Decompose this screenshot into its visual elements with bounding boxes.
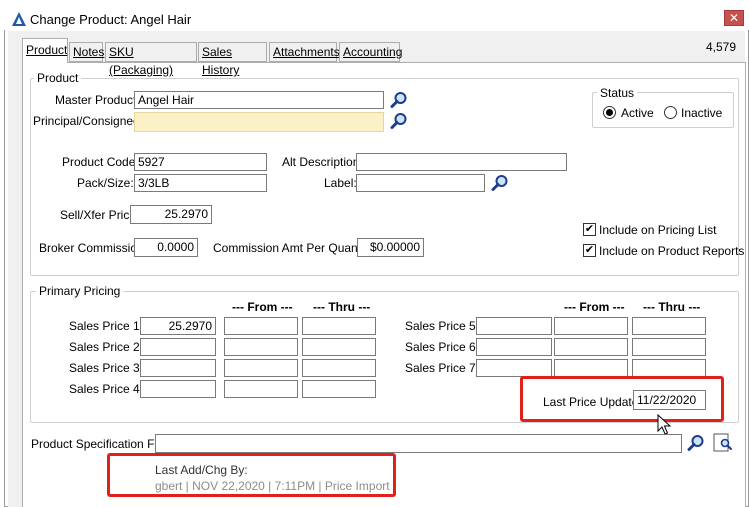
sales-price-4-thru-field[interactable] (302, 380, 376, 398)
include-reports-label: Include on Product Reports (599, 244, 745, 258)
sell-price-field[interactable]: 25.2970 (130, 205, 212, 224)
label-search-icon[interactable] (491, 174, 509, 192)
alt-description-label: Alt Description: (282, 155, 363, 169)
principal-field[interactable] (134, 112, 384, 132)
sales-price-1-from-field[interactable] (224, 317, 298, 335)
sales-price-7-from-field[interactable] (554, 359, 628, 377)
master-product-search-icon[interactable] (390, 91, 408, 109)
sales-price-7-thru-field[interactable] (632, 359, 706, 377)
broker-commission-field[interactable]: 0.0000 (134, 238, 198, 257)
record-id: 4,579 (706, 40, 737, 54)
status-active-label: Active (621, 106, 654, 120)
sales-price-3-field[interactable] (140, 359, 216, 377)
sales-price-6-thru-field[interactable] (632, 338, 706, 356)
tab-sku-packaging[interactable]: SKU (Packaging) (105, 42, 197, 77)
sales-price-7-field[interactable] (476, 359, 552, 377)
tab-sales-history[interactable]: Sales History (198, 42, 267, 77)
close-button[interactable]: ✕ (724, 10, 744, 26)
title-bar[interactable]: Change Product: Angel Hair (4, 4, 749, 30)
sales-price-5-from-field[interactable] (554, 317, 628, 335)
status-inactive-radio[interactable] (664, 106, 677, 119)
product-code-label: Product Code: (62, 155, 139, 169)
app-logo-icon (12, 12, 26, 26)
label-label: Label: (324, 176, 357, 190)
status-active-radio[interactable] (603, 106, 616, 119)
master-product-field[interactable]: Angel Hair (134, 91, 384, 109)
sales-price-1-label: Sales Price 1: (69, 319, 144, 333)
sales-price-3-thru-field[interactable] (302, 359, 376, 377)
sales-price-4-label: Sales Price 4: (69, 382, 144, 396)
sales-price-5-field[interactable] (476, 317, 552, 335)
sales-price-1-thru-field[interactable] (302, 317, 376, 335)
sales-price-4-from-field[interactable] (224, 380, 298, 398)
status-group-title: Status (597, 86, 638, 100)
left-thru-header: --- Thru --- (313, 300, 371, 314)
left-from-header: --- From --- (232, 300, 293, 314)
spec-file-field[interactable] (155, 434, 682, 453)
sales-price-3-from-field[interactable] (224, 359, 298, 377)
product-code-field[interactable]: 5927 (134, 153, 267, 171)
sales-price-6-field[interactable] (476, 338, 552, 356)
sales-price-4-field[interactable] (140, 380, 216, 398)
pack-size-field[interactable]: 3/3LB (134, 174, 267, 192)
sales-price-2-label: Sales Price 2: (69, 340, 144, 354)
sales-price-1-field[interactable]: 25.2970 (140, 317, 216, 335)
sales-price-2-field[interactable] (140, 338, 216, 356)
sales-price-5-label: Sales Price 5: (405, 319, 480, 333)
include-reports-checkbox[interactable]: ✔ (583, 244, 596, 257)
sales-price-5-thru-field[interactable] (632, 317, 706, 335)
alt-description-field[interactable] (356, 153, 567, 171)
right-from-header: --- From --- (564, 300, 625, 314)
window-title: Change Product: Angel Hair (30, 12, 192, 27)
tab-product[interactable]: Product (22, 38, 68, 63)
status-inactive-label: Inactive (681, 106, 723, 120)
audit-highlight (107, 453, 396, 497)
sales-price-6-from-field[interactable] (554, 338, 628, 356)
last-price-update-highlight (520, 376, 724, 422)
spec-file-label: Product Specification File: (31, 437, 170, 451)
pack-size-label: Pack/Size: (77, 176, 134, 190)
sales-price-2-thru-field[interactable] (302, 338, 376, 356)
include-pricing-checkbox[interactable]: ✔ (583, 223, 596, 236)
include-pricing-label: Include on Pricing List (599, 223, 717, 237)
sales-price-7-label: Sales Price 7: (405, 361, 480, 375)
mouse-cursor-icon (657, 414, 672, 435)
sales-price-3-label: Sales Price 3: (69, 361, 144, 375)
label-field[interactable] (356, 174, 485, 192)
principal-label: Principal/Consignee: (33, 114, 144, 128)
product-group-title: Product (34, 71, 82, 85)
right-thru-header: --- Thru --- (643, 300, 701, 314)
sell-price-label: Sell/Xfer Price: (60, 208, 140, 222)
sales-price-2-from-field[interactable] (224, 338, 298, 356)
commission-amt-label: Commission Amt Per Quantity: (213, 241, 377, 255)
tab-accounting[interactable]: Accounting (339, 42, 402, 62)
broker-commission-label: Broker Commission: (39, 241, 148, 255)
principal-search-icon[interactable] (390, 112, 408, 130)
primary-pricing-title: Primary Pricing (36, 284, 124, 298)
spec-file-search-icon[interactable] (687, 434, 705, 452)
tab-notes[interactable]: Notes (69, 42, 104, 62)
tab-attachments[interactable]: Attachments (269, 42, 340, 62)
spec-file-preview-icon[interactable] (713, 433, 733, 453)
master-product-label: Master Product: (55, 93, 140, 107)
sales-price-6-label: Sales Price 6: (405, 340, 480, 354)
commission-amt-field[interactable]: $0.00000 (357, 238, 424, 257)
